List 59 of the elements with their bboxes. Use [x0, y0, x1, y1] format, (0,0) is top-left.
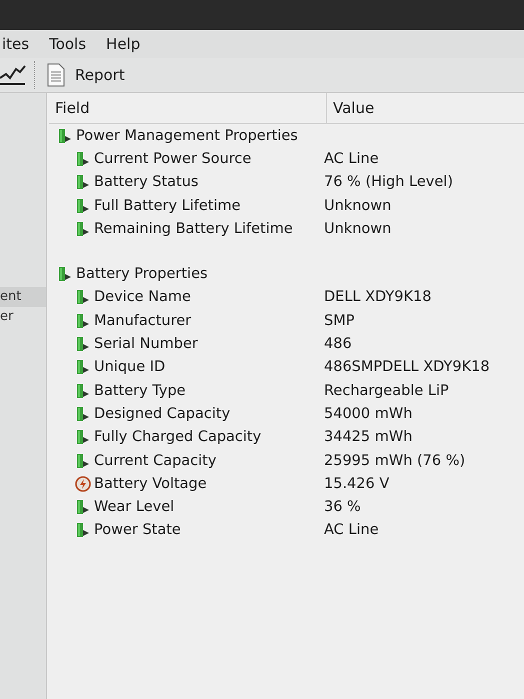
- field-name: Current Power Source: [94, 150, 252, 167]
- field-value: 34425 mWh: [323, 429, 412, 446]
- field-value: 54000 mWh: [323, 406, 412, 422]
- battery-icon: [75, 452, 91, 468]
- field-name: Wear Level: [94, 499, 174, 516]
- battery-icon: [57, 266, 73, 282]
- field-name: Current Capacity: [94, 452, 216, 468]
- battery-icon: [75, 359, 91, 376]
- field-value: Unknown: [323, 220, 392, 237]
- battery-icon: [75, 220, 91, 237]
- field-value: 36 %: [323, 499, 361, 516]
- group-label: Battery Properties: [76, 266, 208, 282]
- battery-icon: [75, 174, 91, 190]
- menu-item[interactable]: Help: [104, 35, 142, 53]
- field-name: Battery Status: [94, 174, 198, 190]
- battery-icon: [75, 198, 91, 214]
- field-value: DELL XDY9K18: [323, 289, 432, 306]
- field-value: AC Line: [323, 522, 379, 538]
- battery-icon: [75, 150, 91, 167]
- lightning-icon: [75, 476, 91, 492]
- column-header[interactable]: Field: [49, 93, 327, 123]
- field-name: Unique ID: [94, 359, 166, 376]
- battery-icon: [75, 382, 91, 399]
- group-label: Power Management Properties: [76, 128, 298, 144]
- field-name: Battery Voltage: [94, 476, 207, 492]
- field-name: Battery Type: [94, 382, 186, 399]
- field-name: Fully Charged Capacity: [94, 429, 262, 446]
- battery-icon: [75, 336, 91, 352]
- battery-icon: [75, 289, 91, 306]
- field-value: AC Line: [323, 150, 379, 167]
- battery-icon: [75, 522, 91, 538]
- field-value: 486: [323, 336, 352, 352]
- field-name: Power State: [94, 522, 181, 538]
- field-name: Serial Number: [94, 336, 198, 352]
- report-button[interactable]: Report: [43, 61, 129, 89]
- field-name: Manufacturer: [94, 312, 192, 329]
- field-name: Designed Capacity: [94, 406, 230, 422]
- battery-icon: [75, 499, 91, 516]
- field-value: 25995 mWh (76 %): [323, 452, 466, 468]
- menu-item[interactable]: Tools: [47, 35, 88, 53]
- battery-icon: [57, 128, 73, 144]
- battery-icon: [75, 312, 91, 329]
- battery-icon: [75, 429, 91, 446]
- field-value: Rechargeable LiP: [323, 382, 449, 399]
- sidebar-item[interactable]: ent: [0, 287, 46, 307]
- field-value: Unknown: [323, 198, 392, 214]
- field-value: 15.426 V: [323, 476, 390, 492]
- sidebar-item[interactable]: er: [0, 307, 46, 327]
- field-value: SMP: [323, 312, 354, 329]
- field-value: 76 % (High Level): [323, 174, 453, 190]
- field-name: Device Name: [94, 289, 191, 306]
- document-icon: [47, 63, 65, 87]
- menu-item[interactable]: ites: [0, 35, 32, 53]
- field-name: Full Battery Lifetime: [94, 198, 241, 214]
- field-name: Remaining Battery Lifetime: [94, 220, 293, 237]
- field-value: 486SMPDELL XDY9K18: [323, 359, 490, 376]
- chart-line-icon[interactable]: [0, 64, 26, 86]
- battery-icon: [75, 406, 91, 422]
- column-header[interactable]: Value: [327, 93, 380, 123]
